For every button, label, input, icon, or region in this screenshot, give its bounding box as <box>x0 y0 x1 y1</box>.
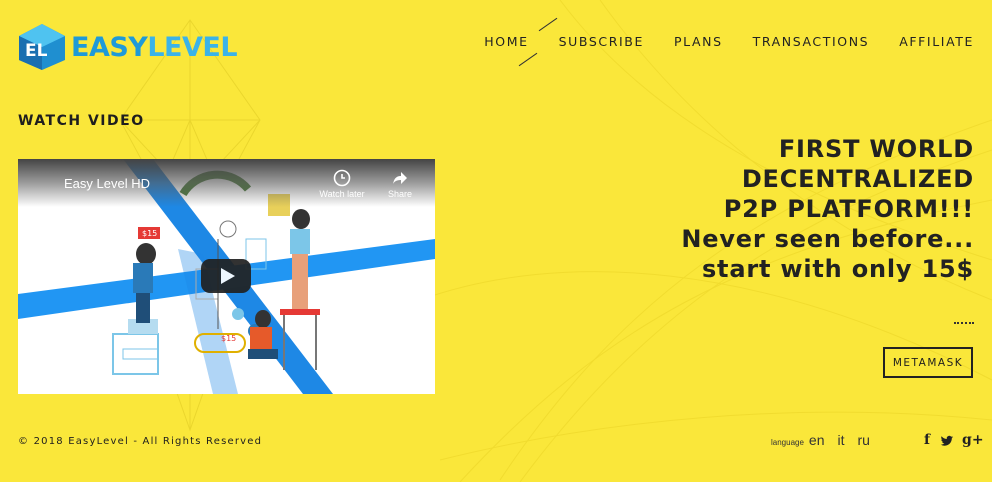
nav-subscribe[interactable]: SUBSCRIBE <box>559 34 644 49</box>
logo-cube-icon: EL <box>19 24 65 70</box>
language-label: language <box>771 438 804 447</box>
nav-affiliate[interactable]: AFFILIATE <box>899 34 974 49</box>
language-ru[interactable]: ru <box>858 432 870 448</box>
play-button[interactable] <box>201 259 251 293</box>
hero-line-5: start with only 15$ <box>701 255 974 283</box>
video-title[interactable]: Easy Level HD <box>64 176 150 191</box>
clock-icon <box>333 169 351 187</box>
nav-transactions[interactable]: TRANSACTIONS <box>753 34 870 49</box>
brand-logo[interactable]: EL EASYLEVEL <box>17 22 238 72</box>
main-nav: HOME SUBSCRIBE PLANS TRANSACTIONS AFFILI… <box>454 34 974 49</box>
google-plus-icon[interactable]: g+ <box>962 432 984 448</box>
nav-active-marker-top <box>538 17 558 32</box>
copyright-text: © 2018 EasyLevel - All Rights Reserved <box>18 436 263 447</box>
watch-video-heading: WATCH VIDEO <box>18 113 145 129</box>
nav-plans[interactable]: PLANS <box>674 34 723 49</box>
svg-text:EL: EL <box>25 41 48 61</box>
brand-name-part2: LEVEL <box>147 31 238 63</box>
share-button[interactable]: Share <box>382 169 418 199</box>
video-player[interactable]: $15 $15 Easy Level HD Watch later Share <box>18 159 435 394</box>
brand-name-part1: EASY <box>71 31 148 63</box>
brand-name: EASYLEVEL <box>71 31 238 63</box>
metamask-button[interactable]: METAMASK <box>883 347 973 378</box>
decorative-dots <box>954 322 974 324</box>
share-label: Share <box>387 189 413 199</box>
price-tag-center: $15 <box>221 334 236 343</box>
nav-active-marker-bottom <box>518 52 538 67</box>
language-selector: language en it ru <box>771 432 883 448</box>
facebook-icon[interactable]: f <box>924 432 930 448</box>
twitter-icon[interactable] <box>940 434 954 448</box>
language-it[interactable]: it <box>838 432 845 448</box>
hero-line-2: DECENTRALIZED <box>741 165 974 193</box>
watch-later-label: Watch later <box>319 189 365 199</box>
hero-line-3: P2P PLATFORM!!! <box>723 195 974 223</box>
play-icon <box>220 268 235 284</box>
price-tag-left: $15 <box>142 229 157 238</box>
hero-line-1: FIRST WORLD <box>778 135 974 163</box>
share-icon <box>393 172 407 184</box>
language-en[interactable]: en <box>809 432 825 448</box>
nav-home[interactable]: HOME <box>484 34 528 49</box>
hero-line-4: Never seen before... <box>681 225 974 253</box>
hero-headline: FIRST WORLD DECENTRALIZED P2P PLATFORM!!… <box>681 134 974 284</box>
social-links: f g+ <box>924 432 992 448</box>
watch-later-button[interactable]: Watch later <box>314 169 370 199</box>
